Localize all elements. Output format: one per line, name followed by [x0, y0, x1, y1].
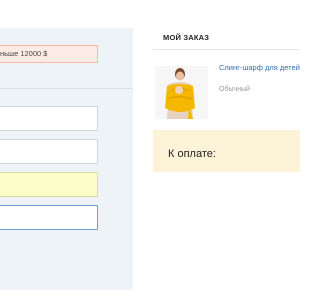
- total-label: К оплате:: [168, 148, 216, 160]
- product-variant: Обычный: [219, 86, 250, 93]
- form-field-4-focused[interactable]: [0, 205, 98, 230]
- checkout-page: ньше 12000 $ МОЙ ЗАКАЗ Слинг-шарф для де…: [0, 0, 300, 300]
- product-name-link[interactable]: Слинг-шарф для детей: [219, 63, 300, 72]
- min-order-alert: ньше 12000 $: [0, 45, 98, 63]
- form-field-2[interactable]: [0, 139, 98, 164]
- product-image[interactable]: [155, 66, 208, 119]
- order-summary-header: МОЙ ЗАКАЗ: [153, 28, 300, 50]
- form-field-1[interactable]: [0, 106, 98, 131]
- form-field-3-highlighted[interactable]: [0, 172, 98, 197]
- sling-scarf-product-photo: [155, 66, 208, 119]
- order-title: МОЙ ЗАКАЗ: [163, 33, 210, 42]
- form-divider: [0, 88, 133, 89]
- min-order-alert-text: ньше 12000 $: [0, 49, 48, 58]
- order-total-box: К оплате:: [153, 130, 300, 172]
